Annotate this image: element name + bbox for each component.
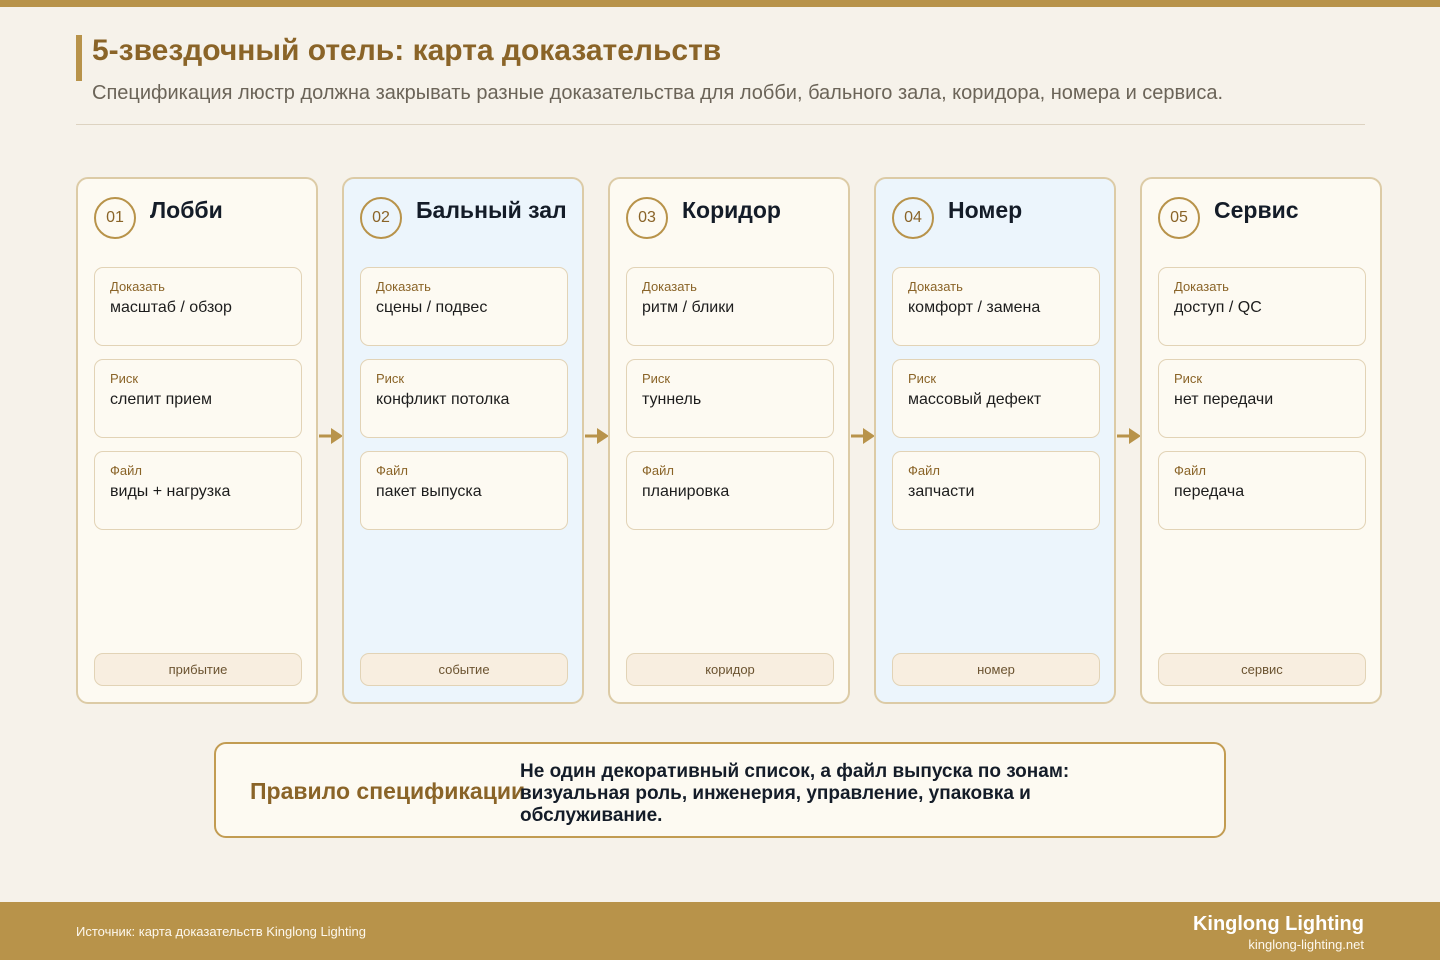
arrow-right-icon [851,428,875,444]
file-card: Файл пакет выпуска [360,451,568,530]
card-label: Файл [642,463,674,478]
card-label: Доказать [1174,279,1229,294]
card-value: передача [1174,483,1245,500]
top-accent-bar [0,0,1440,7]
card-label: Риск [642,371,671,386]
card-value: сцены / подвес [376,299,488,316]
arrow-right-icon [585,428,609,444]
column-title: Бальный зал [416,197,567,223]
card-label: Файл [110,463,142,478]
column-title: Коридор [682,197,781,223]
zone-column-room: 04 Номер Доказать комфорт / замена Риск … [874,177,1116,704]
risk-card: Риск конфликт потолка [360,359,568,438]
step-number: 04 [892,197,934,239]
card-label: Файл [1174,463,1206,478]
file-card: Файл запчасти [892,451,1100,530]
card-label: Доказать [642,279,697,294]
page-subtitle: Спецификация люстр должна закрывать разн… [92,82,1224,104]
zone-tag: номер [892,653,1100,686]
zone-tag: прибытие [94,653,302,686]
column-title: Лобби [150,197,223,223]
zone-column-ballroom: 02 Бальный зал Доказать сцены / подвес Р… [342,177,584,704]
prove-card: Доказать доступ / QC [1158,267,1366,346]
card-label: Риск [908,371,937,386]
zone-column-corridor: 03 Коридор Доказать ритм / блики Риск ту… [608,177,850,704]
card-value: ритм / блики [642,299,735,316]
card-value: массовый дефект [908,391,1042,408]
card-value: туннель [642,391,702,408]
step-number: 02 [360,197,402,239]
zone-column-lobby: 01 Лобби Доказать масштаб / обзор Риск с… [76,177,318,704]
footer-url: kinglong-lighting.net [1248,937,1364,952]
prove-card: Доказать сцены / подвес [360,267,568,346]
arrow-right-icon [1117,428,1141,444]
footer: Источник: карта доказательств Kinglong L… [0,902,1440,960]
card-value: виды + нагрузка [110,483,231,500]
card-label: Доказать [110,279,165,294]
step-number: 03 [626,197,668,239]
column-title: Сервис [1214,197,1299,223]
card-value: комфорт / замена [908,299,1041,316]
column-title: Номер [948,197,1023,223]
file-card: Файл виды + нагрузка [94,451,302,530]
risk-card: Риск нет передачи [1158,359,1366,438]
step-number: 01 [94,197,136,239]
file-card: Файл планировка [626,451,834,530]
card-label: Файл [376,463,408,478]
zone-tag: коридор [626,653,834,686]
card-label: Риск [110,371,139,386]
rule-text: Не один декоративный список, а файл выпу… [520,761,1070,826]
prove-card: Доказать комфорт / замена [892,267,1100,346]
zone-tag: сервис [1158,653,1366,686]
risk-card: Риск туннель [626,359,834,438]
card-value: нет передачи [1174,391,1274,408]
card-label: Риск [1174,371,1203,386]
card-label: Риск [376,371,405,386]
risk-card: Риск слепит прием [94,359,302,438]
risk-card: Риск массовый дефект [892,359,1100,438]
card-label: Доказать [908,279,963,294]
rule-title: Правило спецификации [250,778,526,804]
card-label: Доказать [376,279,431,294]
arrow-right-icon [319,428,343,444]
prove-card: Доказать ритм / блики [626,267,834,346]
header-divider [76,124,1365,125]
card-label: Файл [908,463,940,478]
card-value: запчасти [908,483,975,500]
spec-rule-box: Правило спецификации Не один декоративны… [214,742,1226,838]
card-value: масштаб / обзор [110,299,232,316]
page-title: 5-звездочный отель: карта доказательств [92,34,722,67]
card-value: слепит прием [110,391,213,408]
step-number: 05 [1158,197,1200,239]
zone-tag: событие [360,653,568,686]
card-value: доступ / QC [1174,299,1262,316]
zone-column-service: 05 Сервис Доказать доступ / QC Риск нет … [1140,177,1382,704]
title-accent-bar [76,35,82,81]
card-value: пакет выпуска [376,483,482,500]
footer-brand: Kinglong Lighting [1192,913,1364,935]
footer-source: Источник: карта доказательств Kinglong L… [76,924,366,939]
card-value: планировка [642,483,730,500]
file-card: Файл передача [1158,451,1366,530]
card-value: конфликт потолка [376,391,510,408]
prove-card: Доказать масштаб / обзор [94,267,302,346]
